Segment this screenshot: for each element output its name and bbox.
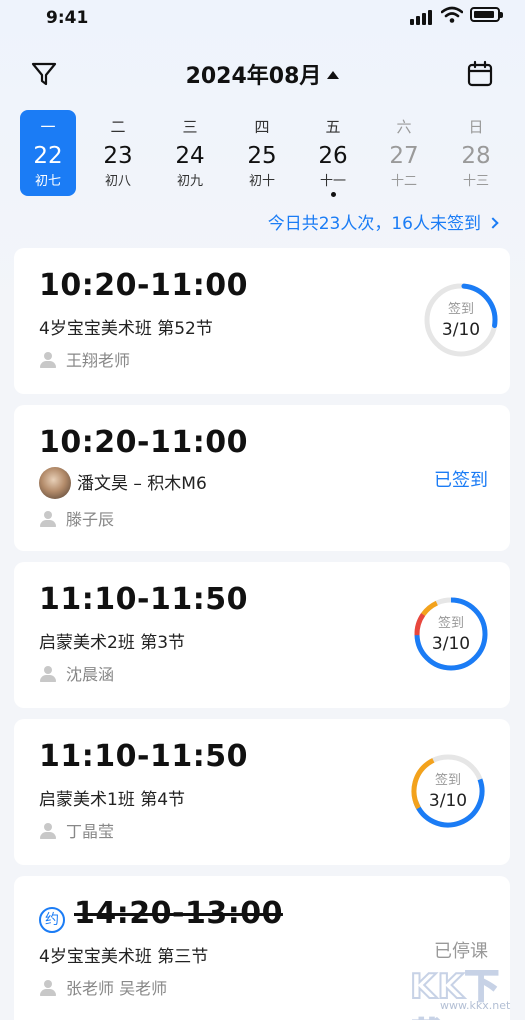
status-time: 9:41 [46, 8, 89, 28]
person-icon [39, 980, 57, 996]
class-card[interactable]: 10:20-11:00 4岁宝宝美术班 第52节 王翔老师 签到 3/10 [14, 248, 510, 394]
person-icon [39, 511, 57, 527]
weekday-label: 二 [110, 118, 126, 136]
appointment-badge: 约 [39, 907, 65, 933]
lunar-date: 十三 [462, 174, 489, 189]
class-time: 11:10-11:50 [39, 582, 248, 617]
class-time: 10:20-11:00 [39, 268, 248, 303]
month-label: 2024年08月 [185, 64, 322, 89]
ring-label: 签到 [437, 616, 464, 631]
day-22[interactable]: 一 22 初七 [20, 110, 76, 196]
date-number: 22 [33, 143, 63, 169]
watermark: KK下载 www.kkx.net [409, 955, 520, 1020]
teacher-row: 沈晨涵 [39, 661, 114, 685]
course-name: 启蒙美术1班 第4节 [39, 790, 186, 810]
class-card[interactable]: 10:20-11:00 潘文昊 – 积木M6 滕子辰 已签到 [14, 405, 510, 551]
course-name: 启蒙美术2班 第3节 [39, 633, 186, 653]
date-number: 23 [103, 143, 133, 169]
header: 2024年08月 [0, 52, 525, 96]
lunar-date: 十一 [319, 174, 346, 189]
weekday-label: 四 [254, 118, 270, 136]
day-27[interactable]: 六 27 十二 [376, 110, 432, 196]
course-name: – 积木M6 [128, 474, 207, 494]
wifi-icon [441, 6, 463, 23]
person-icon [39, 352, 57, 368]
battery-icon [470, 7, 503, 22]
chevron-right-icon [487, 217, 499, 229]
person-icon [39, 666, 57, 682]
teacher-name: 张老师 吴老师 [66, 979, 168, 998]
teacher-name: 丁晶莹 [66, 822, 115, 841]
student-row: 潘文昊 – 积木M6 [39, 467, 207, 499]
checkin-ring[interactable]: 签到 3/10 [422, 281, 500, 359]
person-icon [39, 823, 57, 839]
class-time: 10:20-11:00 [39, 425, 248, 460]
teacher-row: 滕子辰 [39, 506, 114, 530]
teacher-row: 张老师 吴老师 [39, 975, 167, 999]
class-time: 14:20-13:00 [74, 896, 283, 931]
weekday-label: 五 [325, 118, 341, 136]
week-strip: 一 22 初七 二 23 初八 三 24 初九 四 25 初十 五 26 十一 … [14, 110, 514, 206]
ring-label: 签到 [434, 773, 461, 788]
class-card[interactable]: 11:10-11:50 启蒙美术2班 第3节 沈晨涵 签到 3/10 [14, 562, 510, 708]
course-name: 4岁宝宝美术班 第三节 [39, 947, 209, 967]
ring-count: 3/10 [431, 634, 471, 654]
checkin-ring[interactable]: 签到 3/10 [412, 595, 490, 673]
calendar-icon[interactable] [466, 60, 494, 88]
lunar-date: 初七 [34, 174, 61, 189]
day-25[interactable]: 四 25 初十 [234, 110, 290, 196]
attendance-summary-link[interactable]: 今日共23人次，16人未签到 [267, 209, 499, 234]
lunar-date: 初十 [248, 174, 275, 189]
teacher-row: 王翔老师 [39, 347, 130, 371]
checked-in-status: 已签到 [434, 470, 488, 491]
teacher-name: 滕子辰 [66, 510, 115, 529]
status-bar: 9:41 [0, 0, 525, 36]
summary-text: 今日共23人次，16人未签到 [267, 214, 481, 234]
lunar-date: 初九 [176, 174, 203, 189]
caret-up-icon [327, 71, 340, 79]
watermark-url: www.kkx.net [440, 999, 511, 1012]
day-26[interactable]: 五 26 十一 [305, 110, 361, 197]
day-23[interactable]: 二 23 初八 [90, 110, 146, 196]
day-28[interactable]: 日 28 十三 [448, 110, 504, 196]
date-number: 28 [461, 143, 491, 169]
class-card[interactable]: 11:10-11:50 启蒙美术1班 第4节 丁晶莹 签到 3/10 [14, 719, 510, 865]
month-selector[interactable]: 2024年08月 [0, 58, 525, 90]
course-name: 4岁宝宝美术班 第52节 [39, 319, 213, 339]
lunar-date: 十二 [390, 174, 417, 189]
weekday-label: 日 [468, 118, 484, 136]
weekday-label: 三 [182, 118, 198, 136]
ring-count: 3/10 [428, 791, 468, 811]
weekday-label: 一 [40, 118, 56, 136]
date-number: 26 [318, 143, 348, 169]
avatar [39, 467, 71, 499]
date-number: 24 [175, 143, 205, 169]
event-dot [331, 192, 336, 197]
checkin-ring[interactable]: 签到 3/10 [409, 752, 487, 830]
class-time: 11:10-11:50 [39, 739, 248, 774]
teacher-row: 丁晶莹 [39, 818, 114, 842]
student-name: 潘文昊 [77, 474, 128, 494]
teacher-name: 沈晨涵 [66, 665, 115, 684]
date-number: 27 [389, 143, 419, 169]
date-number: 25 [247, 143, 277, 169]
app-screen: 9:41 2024年08月 一 22 初七 二 23 初八 三 24 初九 四 … [0, 0, 525, 1020]
teacher-name: 王翔老师 [66, 351, 131, 370]
day-24[interactable]: 三 24 初九 [162, 110, 218, 196]
signal-icon [410, 9, 436, 25]
weekday-label: 六 [396, 118, 412, 136]
lunar-date: 初八 [104, 174, 131, 189]
ring-label: 签到 [447, 302, 474, 317]
ring-count: 3/10 [441, 320, 481, 340]
